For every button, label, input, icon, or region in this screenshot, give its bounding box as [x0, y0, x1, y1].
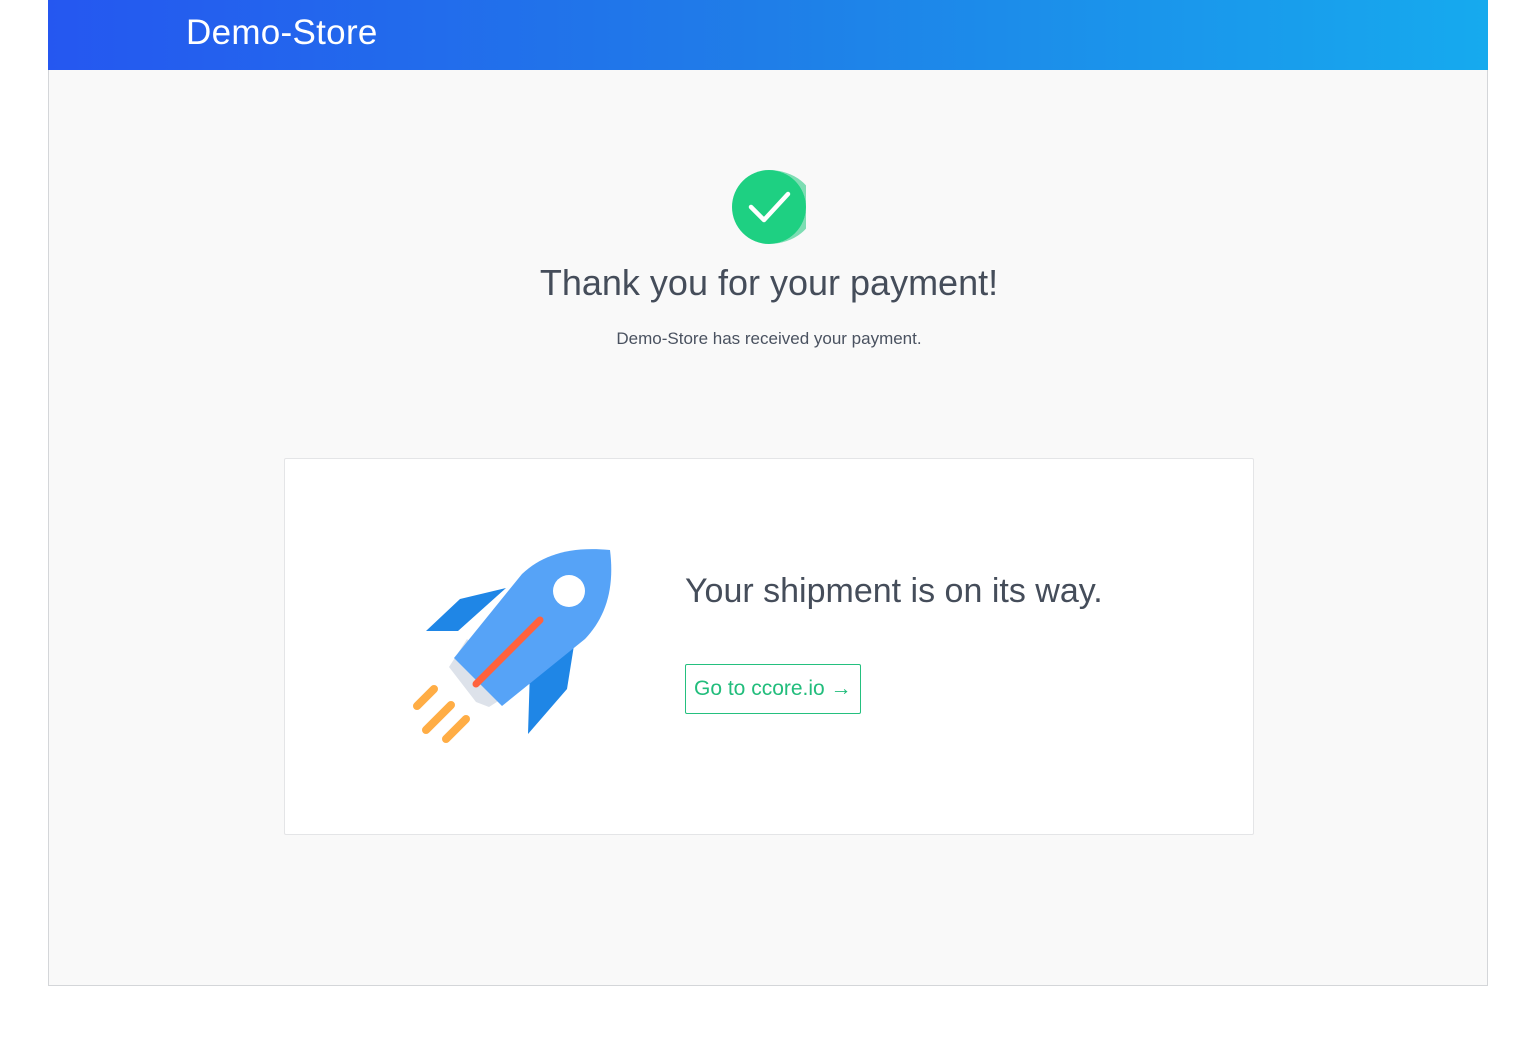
confirmation-title: Thank you for your payment!	[539, 262, 999, 303]
header-bar: Demo-Store	[48, 0, 1488, 70]
check-circle-icon	[732, 170, 815, 244]
shipment-message: Your shipment is on its way.	[685, 572, 1103, 610]
confirmation-subtitle: Demo-Store has received your payment.	[616, 329, 922, 348]
store-name[interactable]: Demo-Store	[186, 12, 378, 54]
go-to-ccore-button[interactable]: Go to ccore.io →	[685, 664, 861, 714]
shipment-card: Your shipment is on its way. Go to ccore…	[284, 458, 1254, 835]
rocket-icon	[410, 544, 615, 749]
payment-confirmation-page: Demo-Store Thank you for your payment! D…	[48, 0, 1488, 986]
